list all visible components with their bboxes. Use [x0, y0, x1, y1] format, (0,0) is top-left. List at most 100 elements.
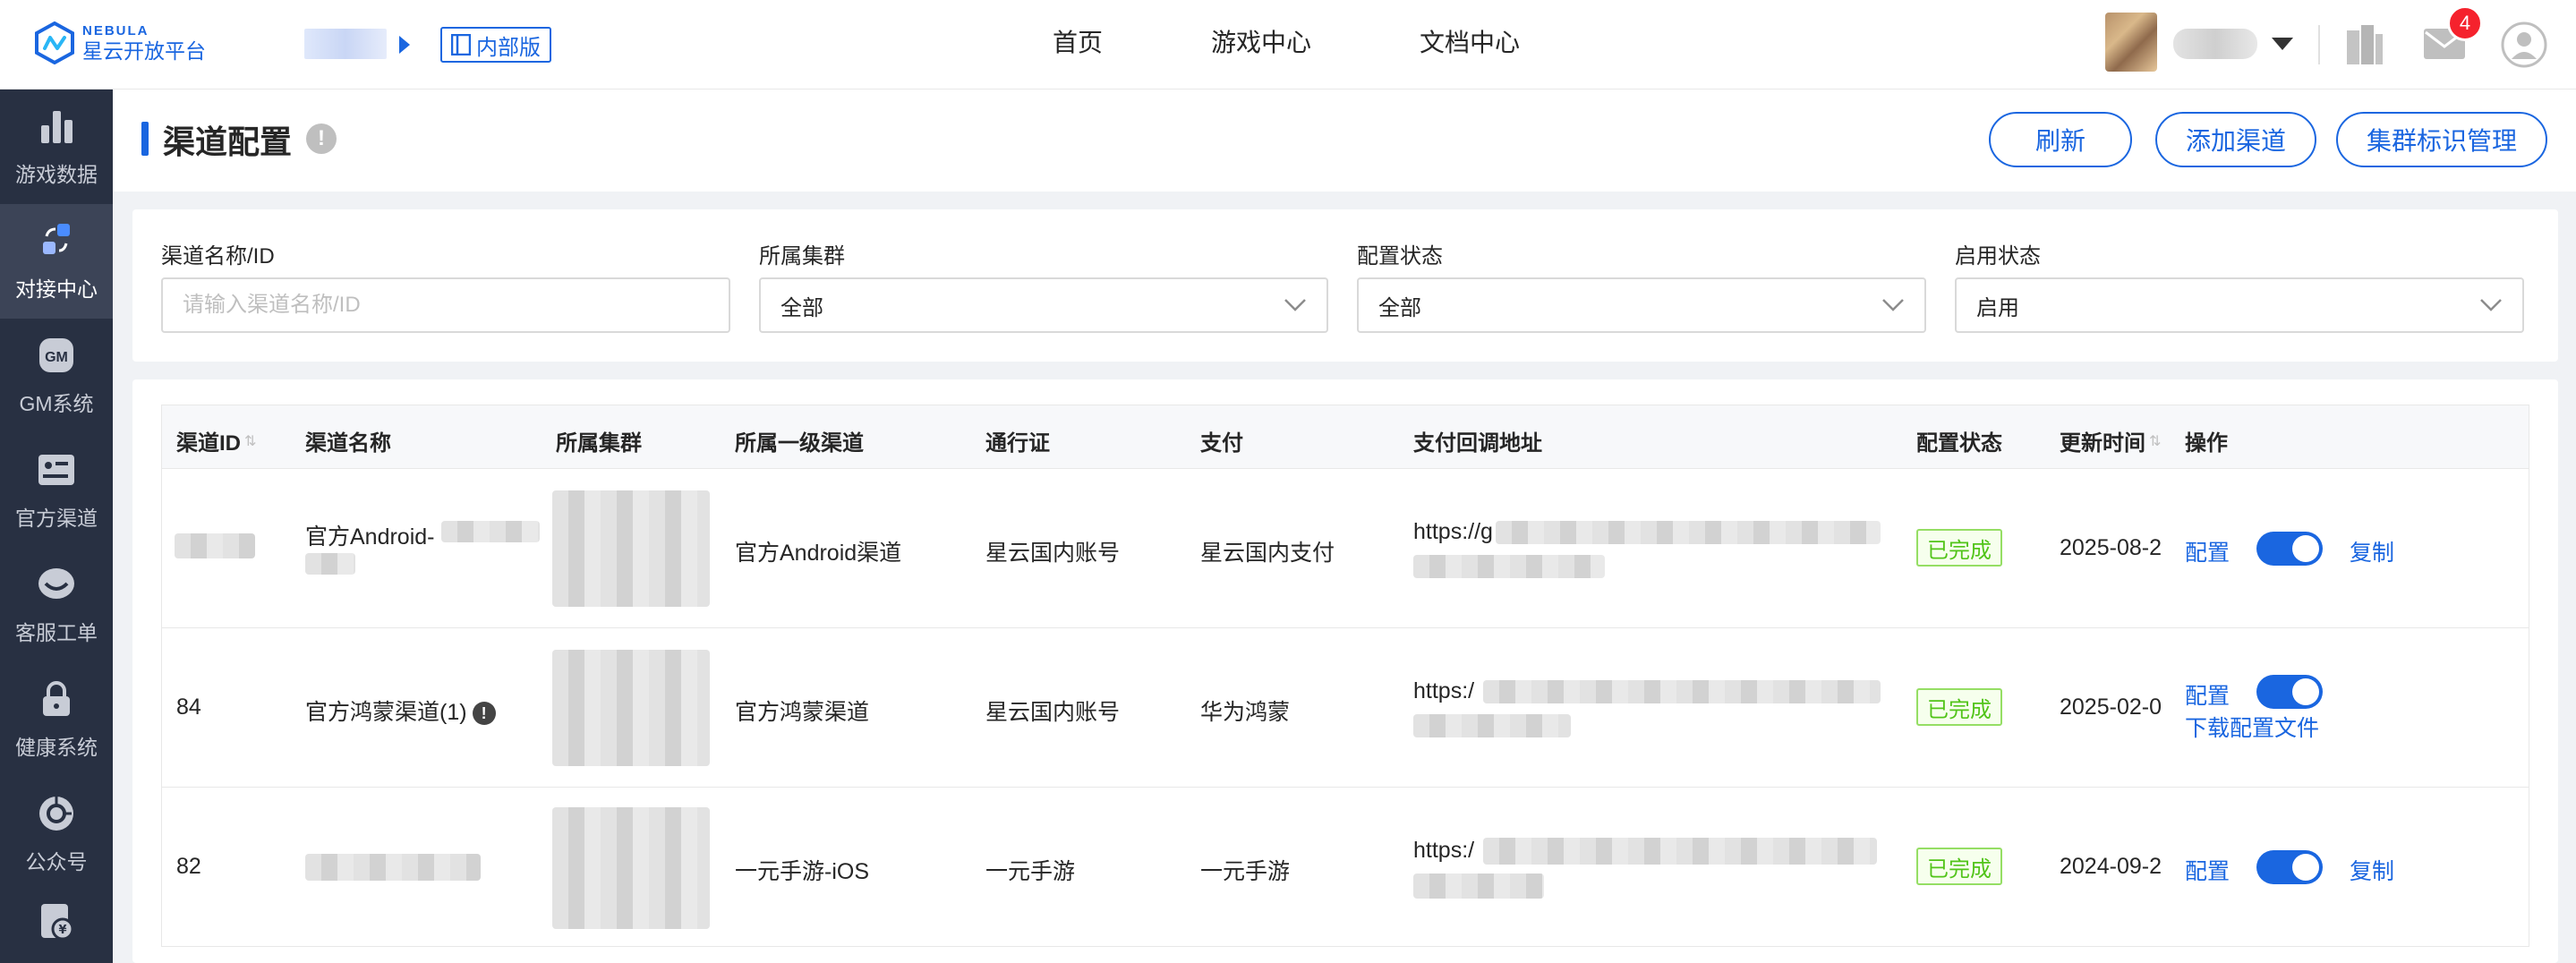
sidebar-item-billing[interactable]: ¥	[0, 891, 113, 963]
sidebar-item-health-system[interactable]: 健康系统	[0, 662, 113, 777]
sidebar-item-service-ticket[interactable]: 客服工单	[0, 548, 113, 662]
column-header-updated[interactable]: 更新时间 ⇅	[2060, 425, 2161, 456]
user-name[interactable]	[2173, 29, 2257, 59]
divider	[2318, 25, 2320, 64]
filter-cluster: 所属集群 全部	[759, 238, 1328, 333]
callback-url: https://g	[1413, 519, 1493, 544]
sidebar-item-label: 官方渠道	[15, 507, 98, 530]
caret-down-icon[interactable]	[2272, 38, 2293, 50]
sidebar-item-gm-system[interactable]: GM GM系统	[0, 319, 113, 433]
redacted-name	[305, 854, 481, 881]
connect-icon	[43, 224, 70, 254]
channel-name: 官方Android-	[305, 524, 435, 550]
parent-channel: 官方Android渠道	[735, 541, 902, 566]
copy-link[interactable]: 复制	[2350, 854, 2394, 886]
refresh-button[interactable]: 刷新	[1989, 112, 2132, 167]
sidebar-item-official-channel[interactable]: 官方渠道	[0, 433, 113, 548]
channel-name: 官方鸿蒙渠道(1)!	[305, 695, 496, 727]
internal-version-badge: 内部版	[440, 27, 551, 63]
aperture-icon	[39, 797, 73, 831]
download-config-link[interactable]: 下载配置文件	[2185, 711, 2319, 743]
filter-channel-name: 渠道名称/ID	[161, 238, 730, 333]
sidebar-item-label: 健康系统	[15, 736, 98, 759]
passport: 星云国内账号	[985, 541, 1121, 566]
id-card-icon	[38, 455, 74, 485]
redacted-callback	[1483, 838, 1877, 865]
lock-icon	[43, 681, 70, 716]
filter-label: 配置状态	[1357, 244, 1443, 268]
nav-doc-center[interactable]: 文档中心	[1420, 23, 1520, 59]
passport: 一元手游	[985, 859, 1076, 884]
sort-icon: ⇅	[244, 433, 257, 449]
notification-count-badge: 4	[2447, 5, 2483, 41]
channel-search-input[interactable]	[183, 293, 709, 318]
redacted-cluster	[552, 650, 710, 766]
enable-toggle[interactable]	[2256, 850, 2323, 884]
cluster-tag-management-button[interactable]: 集群标识管理	[2336, 112, 2547, 167]
filter-label: 渠道名称/ID	[161, 244, 275, 268]
nav-game-center[interactable]: 游戏中心	[1211, 23, 1311, 59]
sidebar-item-integration-center[interactable]: 对接中心	[0, 204, 113, 319]
filter-label: 所属集群	[759, 244, 845, 268]
select-value: 全部	[780, 295, 823, 320]
project-selector[interactable]	[304, 29, 387, 59]
info-icon[interactable]: !	[306, 124, 337, 154]
top-bar: NEBULA 星云开放平台 内部版 首页 游戏中心 文档中心 4	[0, 0, 2576, 89]
copy-link[interactable]: 复制	[2350, 535, 2394, 567]
column-header-id[interactable]: 渠道ID ⇅	[176, 425, 256, 456]
sidebar-item-label: 客服工单	[15, 621, 98, 644]
info-icon[interactable]: !	[472, 702, 496, 726]
logo[interactable]: NEBULA 星云开放平台	[34, 21, 206, 64]
filter-enable-status: 启用状态 启用	[1955, 238, 2524, 333]
config-status-select[interactable]: 全部	[1357, 277, 1926, 333]
filter-config-status: 配置状态 全部	[1357, 238, 1926, 333]
status-badge: 已完成	[1916, 848, 2002, 885]
svg-text:¥: ¥	[58, 924, 66, 937]
sidebar-item-game-data[interactable]: 游戏数据	[0, 89, 113, 204]
user-avatar[interactable]	[2105, 13, 2157, 72]
table-row: 84 官方鸿蒙渠道(1)! 官方鸿蒙渠道 星云国内账号 华为鸿蒙 https:/…	[161, 628, 2529, 788]
logo-text-en: NEBULA	[82, 23, 149, 38]
updated-time: 2025-08-2	[2060, 535, 2162, 560]
nav-home[interactable]: 首页	[1053, 23, 1103, 59]
column-header-passport: 通行证	[985, 431, 1050, 456]
redacted-callback	[1413, 714, 1571, 737]
callback-url: https:/	[1413, 838, 1475, 863]
add-channel-button[interactable]: 添加渠道	[2155, 112, 2316, 167]
nebula-logo-icon	[35, 21, 74, 64]
config-link[interactable]: 配置	[2185, 678, 2230, 711]
headset-icon	[38, 568, 74, 599]
channel-table-card: 渠道ID ⇅ 渠道名称 所属集群 所属一级渠道 通行证 支付 支付回调地址 配置状…	[132, 379, 2558, 963]
redacted-cluster	[552, 490, 710, 607]
column-header-cluster: 所属集群	[556, 431, 642, 456]
enable-toggle[interactable]	[2256, 532, 2323, 566]
column-header-payment: 支付	[1200, 431, 1243, 456]
sidebar-item-label: GM系统	[19, 392, 94, 415]
updated-time: 2025-02-0	[2060, 695, 2162, 720]
sidebar-item-label: 对接中心	[15, 277, 98, 301]
enable-status-select[interactable]: 启用	[1955, 277, 2524, 333]
status-badge: 已完成	[1916, 529, 2002, 567]
column-header-callback: 支付回调地址	[1413, 431, 1542, 456]
redacted-name	[305, 553, 355, 575]
document-icon[interactable]	[2343, 21, 2386, 68]
payment: 一元手游	[1200, 859, 1291, 884]
enable-toggle[interactable]	[2256, 675, 2323, 709]
column-header-parent-channel: 所属一级渠道	[735, 431, 864, 456]
caret-right-icon[interactable]	[399, 36, 410, 54]
filter-label: 启用状态	[1955, 244, 2041, 268]
channel-id: 82	[176, 854, 201, 879]
redacted-id	[175, 533, 255, 558]
config-link[interactable]: 配置	[2185, 535, 2230, 567]
chevron-down-icon	[1882, 299, 1904, 311]
title-accent-bar	[141, 122, 149, 156]
profile-icon[interactable]	[2501, 21, 2547, 68]
sidebar-item-official-account[interactable]: 公众号	[0, 777, 113, 891]
config-link[interactable]: 配置	[2185, 854, 2230, 886]
bill-icon: ¥	[41, 904, 74, 941]
callback-url: https:/	[1413, 678, 1475, 703]
select-value: 全部	[1378, 295, 1421, 320]
redacted-callback	[1413, 555, 1605, 578]
cluster-select[interactable]: 全部	[759, 277, 1328, 333]
column-header-status: 配置状态	[1916, 431, 2002, 456]
